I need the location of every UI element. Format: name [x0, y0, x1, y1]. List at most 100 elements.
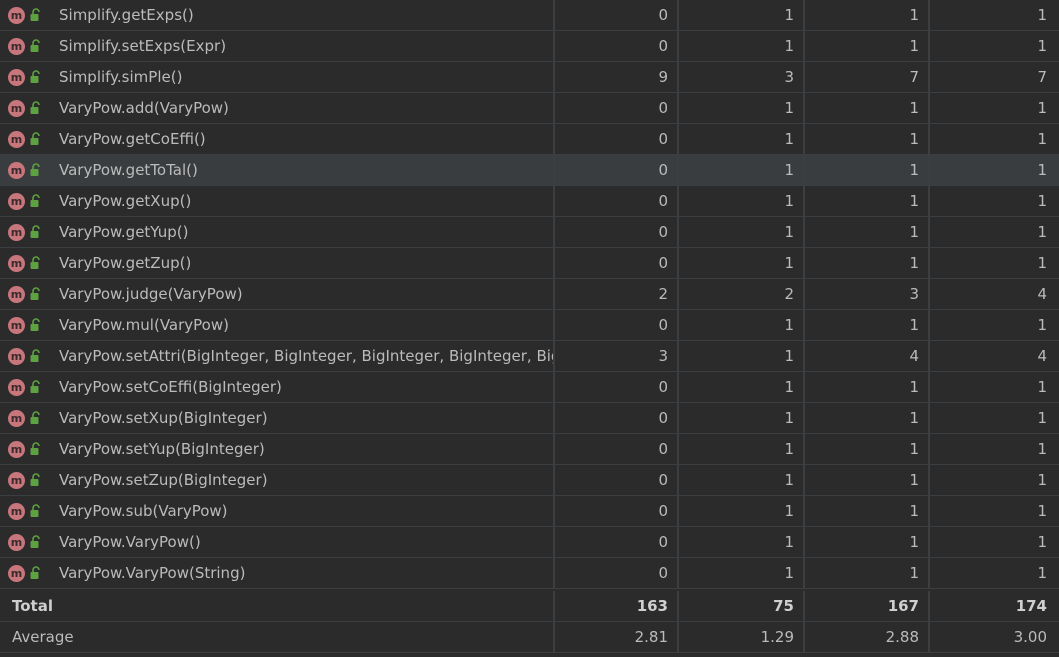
method-name: VaryPow.getToTal()	[59, 161, 198, 179]
metric-cell: 1	[805, 217, 930, 247]
metric-cell: 1	[679, 0, 805, 30]
table-row[interactable]: m VaryPow.add(VaryPow) 0 1 1 1	[0, 93, 1059, 124]
metric-cell: 1	[679, 558, 805, 588]
table-row[interactable]: m VaryPow.setCoEffi(BigInteger) 0 1 1 1	[0, 372, 1059, 403]
table-row[interactable]: m Simplify.simPle() 9 3 7 7	[0, 62, 1059, 93]
average-cell: 2.88	[805, 622, 930, 652]
method-icon: m	[8, 99, 25, 117]
method-name: VaryPow.judge(VaryPow)	[59, 285, 243, 303]
table-row[interactable]: m VaryPow.setZup(BigInteger) 0 1 1 1	[0, 465, 1059, 496]
metric-cell: 1	[1037, 409, 1047, 427]
metric-cell: 9	[555, 62, 679, 92]
average-row: Average 2.81 1.29 2.88 3.00	[0, 622, 1059, 653]
metric-cell: 0	[555, 310, 679, 340]
table-row[interactable]: m VaryPow.getCoEffi() 0 1 1 1	[0, 124, 1059, 155]
metric-cell: 1	[805, 403, 930, 433]
method-icon: m	[8, 347, 25, 365]
table-row[interactable]: m Simplify.setExps(Expr) 0 1 1 1	[0, 31, 1059, 62]
table-row[interactable]: m VaryPow.getYup() 0 1 1 1	[0, 217, 1059, 248]
method-name: Simplify.getExps()	[59, 6, 194, 24]
metric-cell: 1	[679, 341, 805, 371]
method-icon: m	[8, 409, 25, 427]
table-row[interactable]: m VaryPow.setXup(BigInteger) 0 1 1 1	[0, 403, 1059, 434]
metric-cell: 1	[805, 31, 930, 61]
metric-cell: 1	[805, 558, 930, 588]
metric-cell: 2	[555, 279, 679, 309]
metric-cell: 4	[805, 341, 930, 371]
metric-cell: 1	[1037, 471, 1047, 489]
method-name: VaryPow.add(VaryPow)	[59, 99, 229, 117]
metric-cell: 4	[1037, 347, 1047, 365]
metric-cell: 1	[679, 248, 805, 278]
metric-cell: 1	[805, 186, 930, 216]
method-icon: m	[8, 533, 25, 551]
method-name: VaryPow.sub(VaryPow)	[59, 502, 228, 520]
unlocked-icon	[30, 39, 40, 52]
metric-cell: 0	[555, 465, 679, 495]
metric-cell: 1	[1037, 161, 1047, 179]
unlocked-icon	[30, 535, 40, 548]
metric-cell: 0	[555, 217, 679, 247]
metric-cell: 0	[555, 434, 679, 464]
method-cell: m VaryPow.judge(VaryPow)	[0, 279, 555, 309]
metric-cell: 1	[805, 527, 930, 557]
method-icon: m	[8, 37, 25, 55]
table-row[interactable]: m VaryPow.VaryPow(String) 0 1 1 1	[0, 558, 1059, 589]
unlocked-icon	[30, 287, 40, 300]
table-row-selected[interactable]: m VaryPow.getToTal() 0 1 1 1	[0, 155, 1059, 186]
metric-cell: 1	[805, 0, 930, 30]
table-row[interactable]: m VaryPow.judge(VaryPow) 2 2 3 4	[0, 279, 1059, 310]
table-row[interactable]: m Simplify.getExps() 0 1 1 1	[0, 0, 1059, 31]
unlocked-icon	[30, 411, 40, 424]
metric-cell: 1	[805, 248, 930, 278]
average-cell: 2.81	[555, 622, 679, 652]
method-name: Simplify.simPle()	[59, 68, 183, 86]
method-name: VaryPow.setCoEffi(BigInteger)	[59, 378, 282, 396]
total-row: Total 163 75 167 174	[0, 591, 1059, 622]
method-name: VaryPow.getCoEffi()	[59, 130, 206, 148]
metric-cell: 0	[555, 496, 679, 526]
metric-cell: 3	[805, 279, 930, 309]
method-name: Simplify.setExps(Expr)	[59, 37, 227, 55]
metric-cell: 0	[555, 403, 679, 433]
metric-cell: 1	[1037, 223, 1047, 241]
metric-cell: 1	[1037, 316, 1047, 334]
table-row[interactable]: m VaryPow.setAttri(BigInteger, BigIntege…	[0, 341, 1059, 372]
metric-cell: 0	[555, 0, 679, 30]
metric-cell: 1	[679, 186, 805, 216]
method-cell: m VaryPow.setXup(BigInteger)	[0, 403, 555, 433]
metric-cell: 4	[1037, 285, 1047, 303]
metric-cell: 0	[555, 124, 679, 154]
method-cell: m VaryPow.setZup(BigInteger)	[0, 465, 555, 495]
table-row[interactable]: m VaryPow.sub(VaryPow) 0 1 1 1	[0, 496, 1059, 527]
unlocked-icon	[30, 318, 40, 331]
total-cell: 167	[805, 591, 930, 621]
table-row[interactable]: m VaryPow.mul(VaryPow) 0 1 1 1	[0, 310, 1059, 341]
unlocked-icon	[30, 101, 40, 114]
table-row[interactable]: m VaryPow.getZup() 0 1 1 1	[0, 248, 1059, 279]
unlocked-icon	[30, 194, 40, 207]
method-cell: m Simplify.getExps()	[0, 0, 555, 30]
method-icon: m	[8, 285, 25, 303]
metric-cell: 1	[679, 527, 805, 557]
metric-cell: 0	[555, 372, 679, 402]
method-cell: m Simplify.setExps(Expr)	[0, 31, 555, 61]
method-icon: m	[8, 6, 25, 24]
table-row[interactable]: m VaryPow.setYup(BigInteger) 0 1 1 1	[0, 434, 1059, 465]
metric-cell: 1	[805, 465, 930, 495]
metric-cell: 0	[555, 155, 679, 185]
metric-cell: 1	[805, 434, 930, 464]
method-name: VaryPow.getYup()	[59, 223, 189, 241]
method-cell: m VaryPow.VaryPow()	[0, 527, 555, 557]
metric-cell: 3	[679, 62, 805, 92]
unlocked-icon	[30, 380, 40, 393]
method-icon: m	[8, 130, 25, 148]
method-name: VaryPow.setXup(BigInteger)	[59, 409, 268, 427]
table-row[interactable]: m VaryPow.getXup() 0 1 1 1	[0, 186, 1059, 217]
metric-cell: 1	[679, 155, 805, 185]
unlocked-icon	[30, 566, 40, 579]
method-cell: m VaryPow.getXup()	[0, 186, 555, 216]
method-cell: m VaryPow.getZup()	[0, 248, 555, 278]
average-cell: 1.29	[679, 622, 805, 652]
table-row[interactable]: m VaryPow.VaryPow() 0 1 1 1	[0, 527, 1059, 558]
